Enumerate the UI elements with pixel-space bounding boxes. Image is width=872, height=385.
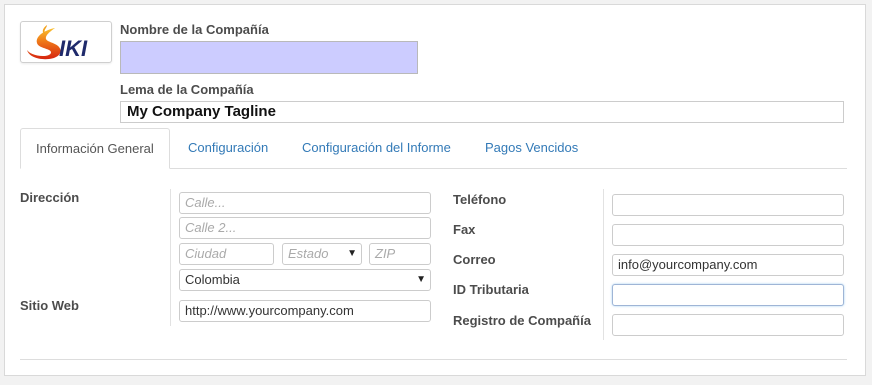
form-bottom-divider [20,359,847,360]
website-input[interactable]: http://www.yourcompany.com [179,300,431,322]
city-input[interactable]: Ciudad [179,243,274,265]
website-label: Sitio Web [20,298,79,313]
company-registry-input[interactable] [612,314,844,336]
left-column-divider [170,189,171,326]
company-registry-label: Registro de Compañía [453,313,591,328]
company-logo[interactable]: IKI [20,21,112,63]
tab-general-info[interactable]: Información General [20,128,170,169]
fax-label: Fax [453,222,476,237]
tax-id-input[interactable] [612,284,844,306]
country-value: Colombia [185,272,240,287]
tab-configuration[interactable]: Configuración [188,128,268,168]
svg-text:IKI: IKI [59,36,88,61]
tab-report-configuration[interactable]: Configuración del Informe [302,128,451,168]
tab-bar: Información General Configuración Config… [20,128,847,169]
email-input[interactable]: info@yourcompany.com [612,254,844,276]
street2-input[interactable]: Calle 2... [179,217,431,239]
address-label: Dirección [20,190,80,205]
email-label: Correo [453,252,496,267]
company-name-label: Nombre de la Compañía [120,22,269,37]
right-column-divider [603,189,604,340]
fax-input[interactable] [612,224,844,246]
caret-down-icon: ▼ [416,274,426,285]
phone-label: Teléfono [453,192,507,207]
street-input[interactable]: Calle... [179,192,431,214]
zip-input[interactable]: ZIP [369,243,431,265]
company-tagline-input[interactable]: My Company Tagline [120,101,844,123]
company-tagline-label: Lema de la Compañía [120,82,254,97]
tab-overdue-payments[interactable]: Pagos Vencidos [485,128,578,168]
caret-down-icon: ▼ [347,248,357,259]
flame-logo-icon: IKI [27,25,88,61]
state-placeholder: Estado [288,246,329,261]
company-name-input[interactable] [120,41,418,74]
phone-input[interactable] [612,194,844,216]
company-form-sheet: IKI Nombre de la Compañía Lema de la Com… [4,4,866,376]
country-select[interactable]: Colombia ▼ [179,269,431,291]
tax-id-label: ID Tributaria [453,282,529,297]
state-select[interactable]: Estado ▼ [282,243,362,265]
